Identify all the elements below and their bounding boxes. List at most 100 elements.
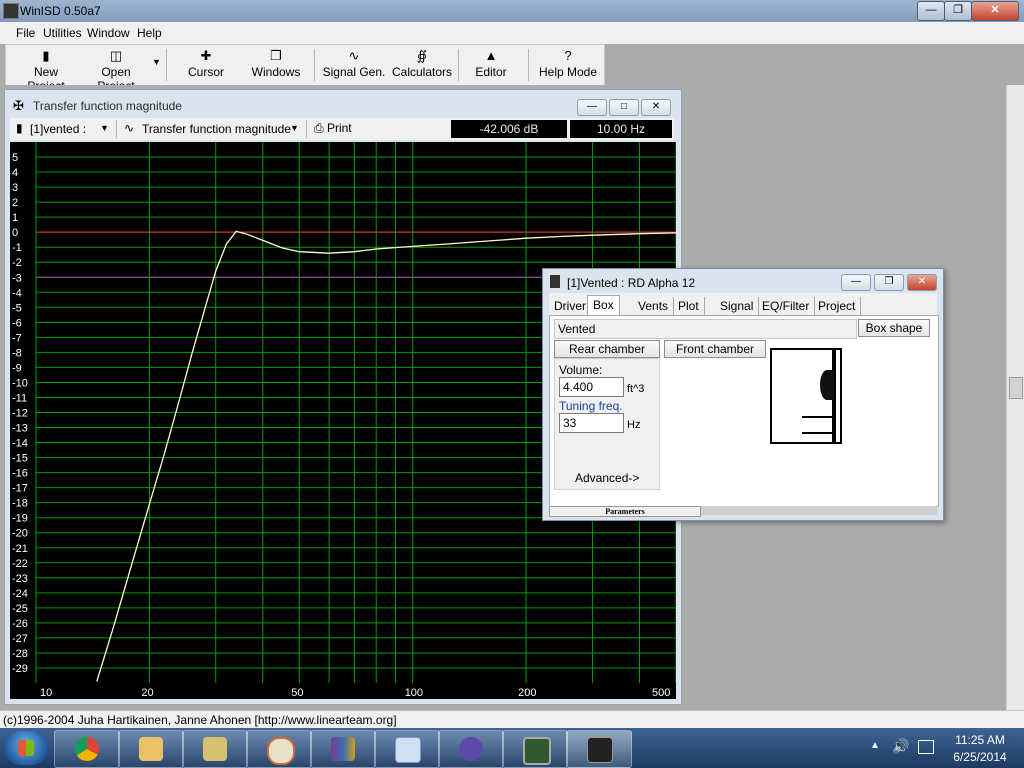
sine-wave-icon: ∿ xyxy=(348,48,360,63)
minimize-icon[interactable]: — xyxy=(841,274,871,291)
clock-time: 11:25 AM xyxy=(955,733,1005,747)
menu-help[interactable]: Help xyxy=(137,26,162,40)
y-tick-label: -23 xyxy=(12,573,28,585)
parameters-bar: Parameters xyxy=(549,506,937,517)
restore-icon[interactable]: ❐ xyxy=(944,1,972,21)
clock-date: 6/25/2014 xyxy=(953,750,1007,764)
y-tick-label: -17 xyxy=(12,483,28,495)
speaker-icon xyxy=(820,370,834,400)
y-tick-label: -10 xyxy=(12,377,28,389)
chrome-icon xyxy=(75,737,99,761)
editor-button[interactable]: ▲ Editor xyxy=(466,45,516,85)
port-top xyxy=(802,416,836,418)
y-tick-label: 4 xyxy=(12,167,18,179)
y-tick-label: -21 xyxy=(12,543,28,555)
taskbar-winrar[interactable] xyxy=(310,730,376,768)
clock[interactable]: 11:25 AM 6/25/2014 xyxy=(946,733,1014,764)
y-tick-label: 2 xyxy=(12,197,18,209)
y-tick-label: -7 xyxy=(12,332,22,344)
y-tick-label: -9 xyxy=(12,362,22,374)
signal-gen-button[interactable]: ∿ Signal Gen. xyxy=(322,45,386,85)
volume-input[interactable]: 4.400 xyxy=(559,377,624,397)
new-project-icon: ▮ xyxy=(42,48,50,63)
plot-type-select[interactable]: Transfer function magnitude ▼ xyxy=(142,122,302,136)
x-tick-label: 50 xyxy=(291,687,303,699)
open-project-dropdown-icon[interactable]: ▼ xyxy=(152,57,161,67)
workspace-scrollbar[interactable] xyxy=(1006,85,1024,710)
minimize-icon[interactable]: — xyxy=(917,1,945,21)
paint-icon xyxy=(267,737,295,765)
taskbar-chrome[interactable] xyxy=(54,730,120,768)
x-tick-label: 20 xyxy=(141,687,153,699)
project-select[interactable]: [1]vented : ▼ xyxy=(30,122,110,136)
network-icon[interactable] xyxy=(918,740,934,754)
taskbar-remote[interactable] xyxy=(374,730,440,768)
menu-window[interactable]: Window xyxy=(87,26,130,40)
volume-unit: ft^3 xyxy=(627,383,645,395)
restore-icon[interactable]: ❐ xyxy=(874,274,904,291)
taskbar-explorer[interactable] xyxy=(118,730,184,768)
menu-bar: File Utilities Window Help xyxy=(0,22,1024,44)
cursor-button[interactable]: ✚ Cursor xyxy=(178,45,234,85)
app-icon[interactable] xyxy=(3,3,19,19)
app-title: WinISD 0.50a7 xyxy=(20,4,101,18)
tuning-freq-unit: Hz xyxy=(627,419,641,431)
tab-driver[interactable]: Driver xyxy=(549,297,592,315)
menu-file[interactable]: File xyxy=(16,26,35,40)
tab-box[interactable]: Box xyxy=(587,295,620,316)
close-icon[interactable]: ✕ xyxy=(971,1,1019,21)
dialog-body: Driver Box Vents Plot Signal EQ/Filter P… xyxy=(549,293,939,517)
y-tick-label: -12 xyxy=(12,408,28,420)
speaker-icon xyxy=(550,275,560,288)
close-icon[interactable]: ✕ xyxy=(907,274,937,291)
tab-project[interactable]: Project xyxy=(813,297,862,315)
taskbar-bittorrent[interactable] xyxy=(438,730,504,768)
open-project-button[interactable]: ◫ Open Project xyxy=(82,45,150,93)
close-icon[interactable]: ✕ xyxy=(641,99,671,116)
y-tick-label: -26 xyxy=(12,618,28,630)
toolbar-separator xyxy=(116,120,117,138)
parameters-tab[interactable]: Parameters xyxy=(549,506,701,517)
taskbar-folder[interactable] xyxy=(182,730,248,768)
x-tick-label: 10 xyxy=(40,687,52,699)
taskbar-paint[interactable] xyxy=(246,730,312,768)
port-bottom xyxy=(802,432,836,434)
print-button[interactable]: ⎙ Print xyxy=(314,121,362,136)
taskbar-winisd[interactable] xyxy=(566,730,632,768)
tuning-freq-input[interactable]: 33 xyxy=(559,413,624,433)
winrar-icon xyxy=(331,737,355,761)
box-shape-button[interactable]: Box shape xyxy=(858,319,930,337)
tab-eq-filter[interactable]: EQ/Filter xyxy=(757,297,816,315)
start-button[interactable] xyxy=(4,731,48,765)
rear-chamber-button[interactable]: Rear chamber xyxy=(554,340,660,358)
new-project-button[interactable]: ▮ New Project xyxy=(14,45,78,93)
windows-button[interactable]: ❐ Windows xyxy=(246,45,306,85)
scrollbar-thumb[interactable] xyxy=(1009,377,1023,399)
taskbar-display[interactable] xyxy=(502,730,568,768)
menu-utilities[interactable]: Utilities xyxy=(43,26,82,40)
y-tick-label: 5 xyxy=(12,152,18,164)
calculators-button[interactable]: ∯ Calculators xyxy=(392,45,452,85)
help-mode-button[interactable]: ? Help Mode xyxy=(536,45,600,85)
volume-icon[interactable]: 🔊 xyxy=(892,738,909,755)
box-diagram xyxy=(770,348,842,444)
y-tick-label: -14 xyxy=(12,438,28,450)
printer-icon: ⎙ xyxy=(314,121,324,135)
y-tick-label: -16 xyxy=(12,468,28,480)
tab-vents[interactable]: Vents xyxy=(633,297,675,315)
minimize-icon[interactable]: — xyxy=(577,99,607,116)
box-type-field: Vented xyxy=(554,319,857,339)
maximize-icon[interactable]: □ xyxy=(609,99,639,116)
y-tick-label: -27 xyxy=(12,633,28,645)
tab-plot[interactable]: Plot xyxy=(673,297,705,315)
y-tick-label: -15 xyxy=(12,453,28,465)
chevron-up-icon[interactable]: ▲ xyxy=(870,740,880,751)
status-bar: (c)1996-2004 Juha Hartikainen, Janne Aho… xyxy=(0,710,1024,729)
front-chamber-button[interactable]: Front chamber xyxy=(664,340,766,358)
y-tick-label: 3 xyxy=(12,182,18,194)
crosshair-icon: ✠ xyxy=(13,98,24,113)
cursor-icon: ✚ xyxy=(200,48,212,63)
y-tick-label: -19 xyxy=(12,513,28,525)
advanced-button[interactable]: Advanced-> xyxy=(575,471,639,485)
tab-signal[interactable]: Signal xyxy=(715,297,760,315)
